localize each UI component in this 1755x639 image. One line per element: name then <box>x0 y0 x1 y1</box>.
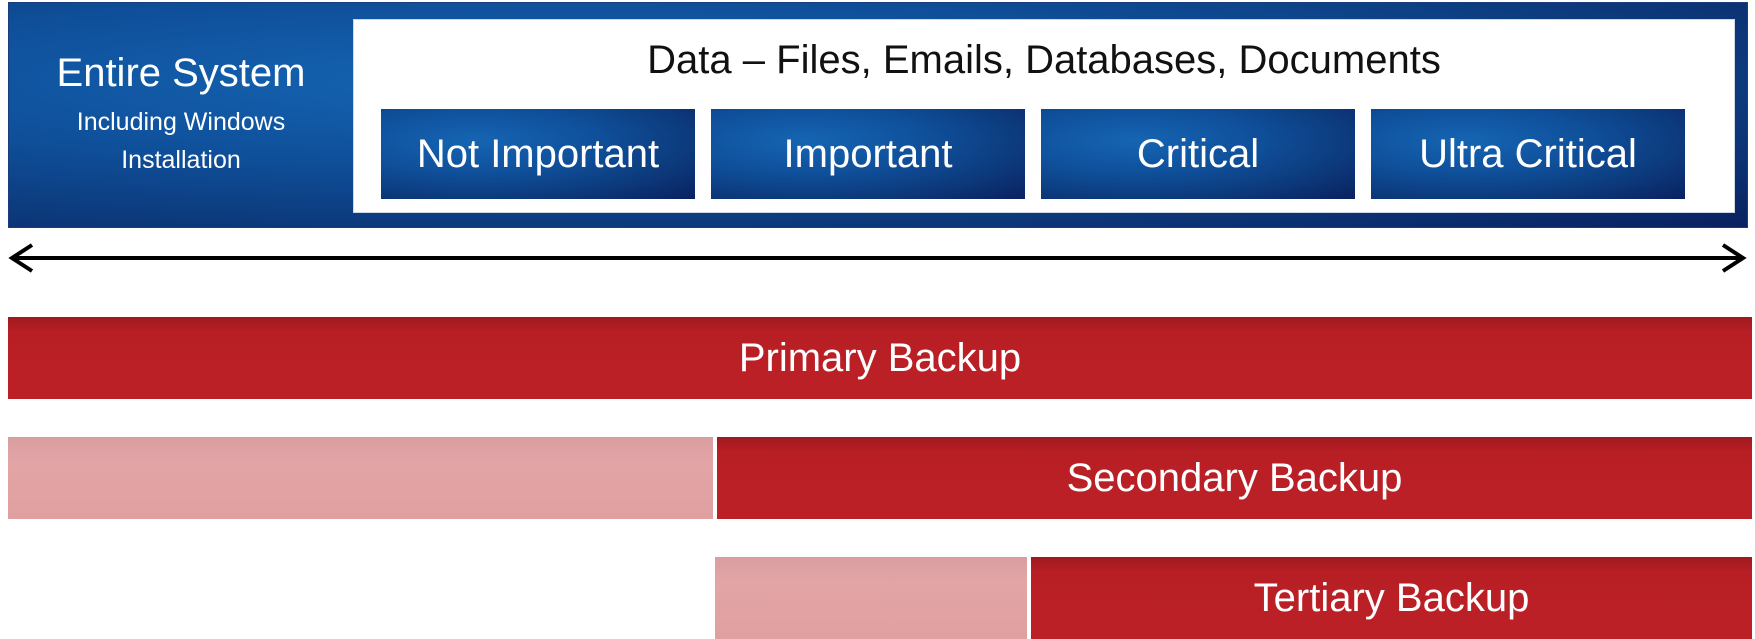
tertiary-backup-bar: Tertiary Backup <box>1031 557 1752 639</box>
scope-double-arrow <box>8 243 1747 273</box>
secondary-backup-bar: Secondary Backup <box>717 437 1752 519</box>
tertiary-excluded-segment <box>715 557 1027 639</box>
data-title: Data – Files, Emails, Databases, Documen… <box>647 38 1441 82</box>
tier-not-important: Not Important <box>381 109 695 199</box>
entire-system-subtitle-line2: Installation <box>121 146 241 174</box>
tier-important: Important <box>711 109 1025 199</box>
data-panel: Data – Files, Emails, Databases, Documen… <box>353 19 1735 213</box>
entire-system-subtitle: Including Windows Installation <box>9 103 353 179</box>
secondary-excluded-segment <box>8 437 713 519</box>
entire-system-subtitle-line1: Including Windows <box>76 108 286 136</box>
tier-ultra-critical: Ultra Critical <box>1371 109 1685 199</box>
primary-backup-bar: Primary Backup <box>8 317 1752 399</box>
entire-system-title: Entire System <box>56 51 306 95</box>
tier-critical: Critical <box>1041 109 1355 199</box>
system-scope-panel: Entire System Including Windows Installa… <box>8 2 1748 228</box>
